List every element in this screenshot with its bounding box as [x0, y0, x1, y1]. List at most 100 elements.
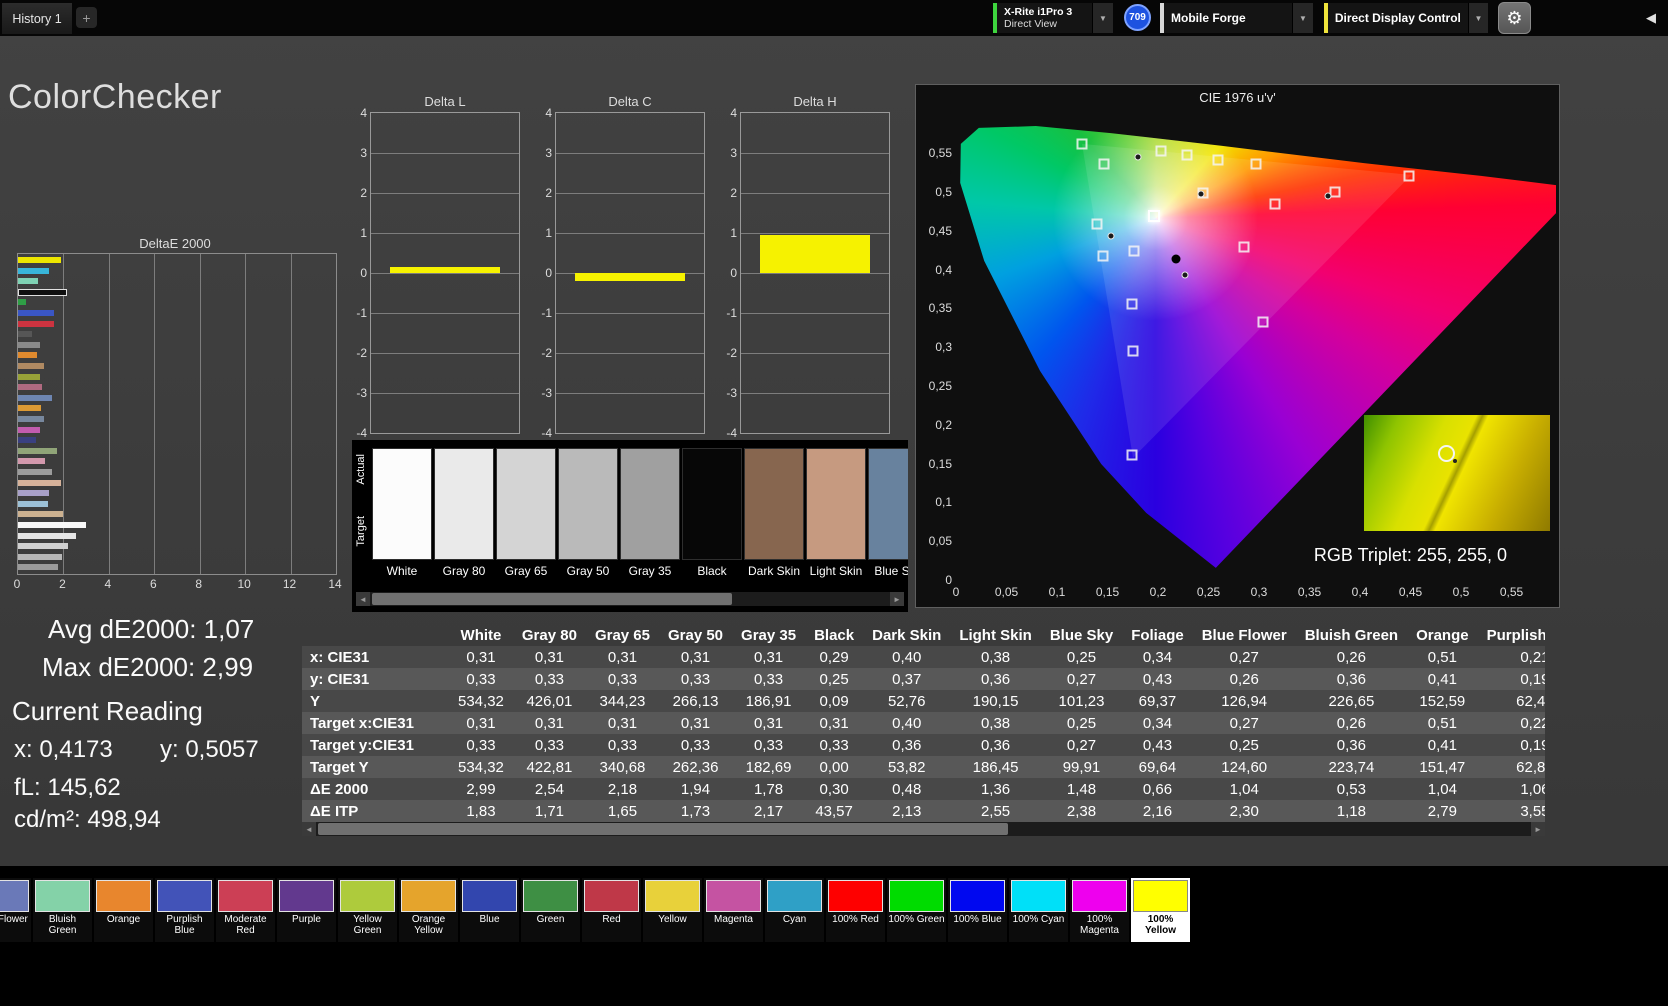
table-cell: 0,66 [1142, 780, 1173, 798]
patch-button-orange[interactable]: Orange [94, 878, 153, 942]
scroll-left-icon[interactable]: ◄ [302, 822, 316, 836]
patch-button-orange-yellow[interactable]: Orange Yellow [399, 878, 458, 942]
patch-button-yellow[interactable]: Yellow [643, 878, 702, 942]
axis-tick-label: -2 [356, 346, 367, 360]
chevron-down-icon: ▼ [1467, 3, 1488, 33]
scroll-thumb[interactable] [318, 823, 1008, 835]
swatch-scrollbar[interactable]: ◄ ► [356, 592, 904, 606]
table-cell: 223,74 [1328, 758, 1375, 776]
scroll-right-icon[interactable]: ► [1531, 822, 1545, 836]
table-cell: 0,33 [466, 670, 496, 688]
table-cell: 0,34 [1142, 714, 1173, 732]
table-cell: 0,31 [534, 648, 565, 666]
patch-button-100-blue[interactable]: 100% Blue [948, 878, 1007, 942]
table-cell: 0,26 [1229, 670, 1259, 688]
patch-button-100-magenta[interactable]: 100% Magenta [1070, 878, 1129, 942]
cie-marker-dot [1181, 271, 1189, 279]
table-cell: 1,73 [680, 802, 711, 820]
table-cell: 0,38 [980, 714, 1011, 732]
table-cell: 69,64 [1138, 758, 1177, 776]
axis-tick-label: 0 [952, 585, 960, 599]
column-header: Orange [1416, 626, 1469, 644]
add-tab-button[interactable]: + [76, 7, 97, 28]
patch-button-blue-flower[interactable]: Blue Flower [0, 878, 31, 942]
axis-tick-label: 0,25 [1196, 585, 1221, 599]
swatch-color [868, 448, 908, 560]
deltae-bar-red [18, 320, 55, 327]
table-cell: 0,00 [819, 758, 849, 776]
table-cell: 0,33 [607, 670, 638, 688]
table-cell: 0,31 [680, 714, 711, 732]
deltae-bar-blue-sky [18, 394, 53, 401]
axis-tick-label: 0,05 [928, 534, 952, 549]
gridline [741, 193, 889, 194]
patch-swatch [584, 880, 639, 912]
column-header: Dark Skin [872, 626, 942, 644]
source-dropdown[interactable]: Mobile Forge ▼ [1160, 3, 1313, 33]
collapse-panel-icon[interactable]: ◀ [1646, 10, 1656, 26]
patch-button-100-red[interactable]: 100% Red [826, 878, 885, 942]
patch-button-red[interactable]: Red [582, 878, 641, 942]
patch-button-100-green[interactable]: 100% Green [887, 878, 946, 942]
patch-button-purplish-blue[interactable]: Purplish Blue [155, 878, 214, 942]
patch-button-cyan[interactable]: Cyan [765, 878, 824, 942]
patch-button-green[interactable]: Green [521, 878, 580, 942]
table-cell: 0,33 [607, 736, 638, 754]
patch-label: Orange [106, 914, 141, 925]
cie-marker-square [1126, 298, 1138, 310]
reading-x-value: x: 0,4173 [14, 736, 113, 763]
axis-tick-label: 6 [149, 577, 157, 591]
table-cell: 0,22 [1520, 714, 1545, 732]
swatch-label: Black [697, 564, 727, 578]
table-cell: 0,51 [1427, 648, 1457, 666]
patch-button-magenta[interactable]: Magenta [704, 878, 763, 942]
chart-plot: 4 3 2 1 0 -1 -2 -3 -4 [541, 106, 705, 440]
cie-marker-square [1212, 154, 1224, 166]
swatch-white: White [372, 448, 432, 594]
swatch-gray-65: Gray 65 [496, 448, 556, 594]
patch-label: Blue [479, 914, 500, 925]
deltae-bar-purple [18, 490, 49, 497]
table-cell: 0,27 [1229, 714, 1259, 732]
patch-label: Orange Yellow [411, 914, 446, 936]
gridline [371, 233, 519, 234]
rec709-target-badge[interactable]: 709 [1124, 4, 1151, 31]
scroll-right-icon[interactable]: ► [890, 592, 904, 606]
patch-label: 100% Green [888, 914, 945, 925]
patch-button-purple[interactable]: Purple [277, 878, 336, 942]
table-cell: 0,25 [1066, 714, 1097, 732]
chart-title: Delta H [793, 94, 837, 109]
table-cell: 0,40 [892, 648, 922, 666]
axis-tick-label: 0 [545, 266, 552, 280]
patch-button-100-cyan[interactable]: 100% Cyan [1009, 878, 1068, 942]
rgb-triplet-label: RGB Triplet: 255, 255, 0 [1313, 545, 1507, 565]
patch-label: Yellow [658, 914, 687, 925]
table-cell: 0,26 [1336, 714, 1366, 732]
settings-gear-icon[interactable]: ⚙ [1498, 2, 1531, 34]
patch-button-yellow-green[interactable]: Yellow Green [338, 878, 397, 942]
swatch-label: Gray 50 [566, 564, 610, 578]
table-cell: 1,18 [1336, 802, 1366, 820]
patch-button-moderate-red[interactable]: Moderate Red [216, 878, 275, 942]
cie-marker-square [1181, 149, 1193, 161]
table-cell: 0,48 [892, 780, 922, 798]
table-cell: 0,37 [892, 670, 922, 688]
swatch-light-skin: Light Skin [806, 448, 866, 594]
meter-dropdown[interactable]: X-Rite i1Pro 3 Direct View ▼ [993, 3, 1113, 33]
display-control-dropdown[interactable]: Direct Display Control ▼ [1324, 3, 1488, 33]
deltae-bar-blue [18, 310, 55, 316]
patch-button-blue[interactable]: Blue [460, 878, 519, 942]
scroll-thumb[interactable] [372, 593, 732, 605]
patch-swatch [1072, 880, 1127, 912]
table-row: x: CIE31 0,31 0,31 0,31 0,31 0,31 0,29 0,40 0,38… [302, 646, 1545, 668]
table-cell: 426,01 [526, 692, 573, 710]
patch-button-100-yellow[interactable]: 100% Yellow [1131, 878, 1190, 942]
scroll-left-icon[interactable]: ◄ [356, 592, 370, 606]
table-cell: 0,31 [607, 648, 638, 666]
patch-swatch [462, 880, 517, 912]
patch-button-bluish-green[interactable]: Bluish Green [33, 878, 92, 942]
table-scrollbar[interactable]: ◄ ► [302, 822, 1545, 836]
table-cell: 0,25 [819, 670, 849, 688]
gridline [371, 393, 519, 394]
history-tab[interactable]: History 1 [2, 3, 72, 34]
